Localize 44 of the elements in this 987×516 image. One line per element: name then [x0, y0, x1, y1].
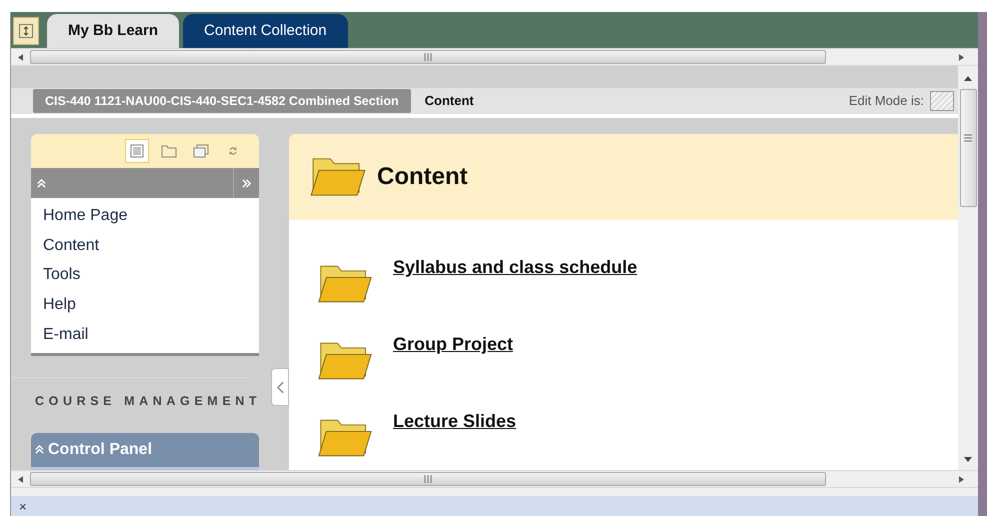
refresh-icon	[227, 144, 239, 158]
down-arrow-icon	[964, 457, 972, 462]
grip-icon	[964, 134, 972, 142]
left-arrow-icon	[18, 54, 23, 60]
close-button[interactable]: ×	[19, 500, 27, 512]
scroll-thumb[interactable]	[30, 50, 826, 64]
course-menu-link[interactable]: Tools	[31, 260, 259, 290]
horizontal-scrollbar[interactable]	[11, 48, 978, 66]
page-title: Content	[377, 162, 468, 192]
right-arrow-icon	[959, 54, 964, 60]
chevron-left-icon	[276, 380, 284, 394]
up-arrow-icon	[964, 76, 972, 81]
edit-mode-label: Edit Mode is:	[848, 92, 924, 110]
tab[interactable]: Content Collection	[183, 14, 348, 48]
collapse-sidebar-button[interactable]	[271, 368, 289, 406]
sidebar-toggle-button[interactable]	[13, 17, 39, 45]
grip-icon	[424, 53, 432, 61]
left-arrow-icon	[18, 476, 23, 482]
collapse-icon[interactable]	[37, 178, 46, 188]
course-menu-link[interactable]: Home Page	[31, 201, 259, 231]
scroll-thumb[interactable]	[30, 472, 826, 486]
content-item-link[interactable]: Syllabus and class schedule	[393, 254, 638, 281]
right-arrow-icon	[959, 476, 964, 482]
expand-icon[interactable]	[242, 178, 251, 188]
horizontal-scrollbar[interactable]	[11, 470, 978, 488]
course-menu-link[interactable]: E-mail	[31, 320, 259, 350]
course-menu-link[interactable]: Content	[31, 230, 259, 261]
collapse-icon[interactable]	[35, 445, 44, 454]
grip-icon	[424, 475, 432, 483]
current-page-label: Content	[424, 92, 474, 110]
folder-icon	[161, 144, 177, 158]
edit-mode-toggle[interactable]	[930, 91, 954, 111]
resize-icon	[19, 24, 33, 38]
course-menu-link[interactable]: Help	[31, 290, 259, 320]
view-button[interactable]	[125, 139, 149, 163]
vertical-scrollbar[interactable]	[958, 66, 978, 470]
scroll-thumb[interactable]	[960, 89, 976, 207]
tab[interactable]: My Bb Learn	[47, 14, 180, 48]
content-item-link[interactable]: Group Project	[393, 331, 514, 358]
list-icon	[130, 144, 144, 158]
windows-icon	[193, 144, 209, 158]
section-heading: COURSE MANAGEMENT	[35, 392, 262, 410]
panel-title: Control Panel	[48, 440, 152, 460]
content-item-link[interactable]: Lecture Slides	[393, 408, 516, 435]
